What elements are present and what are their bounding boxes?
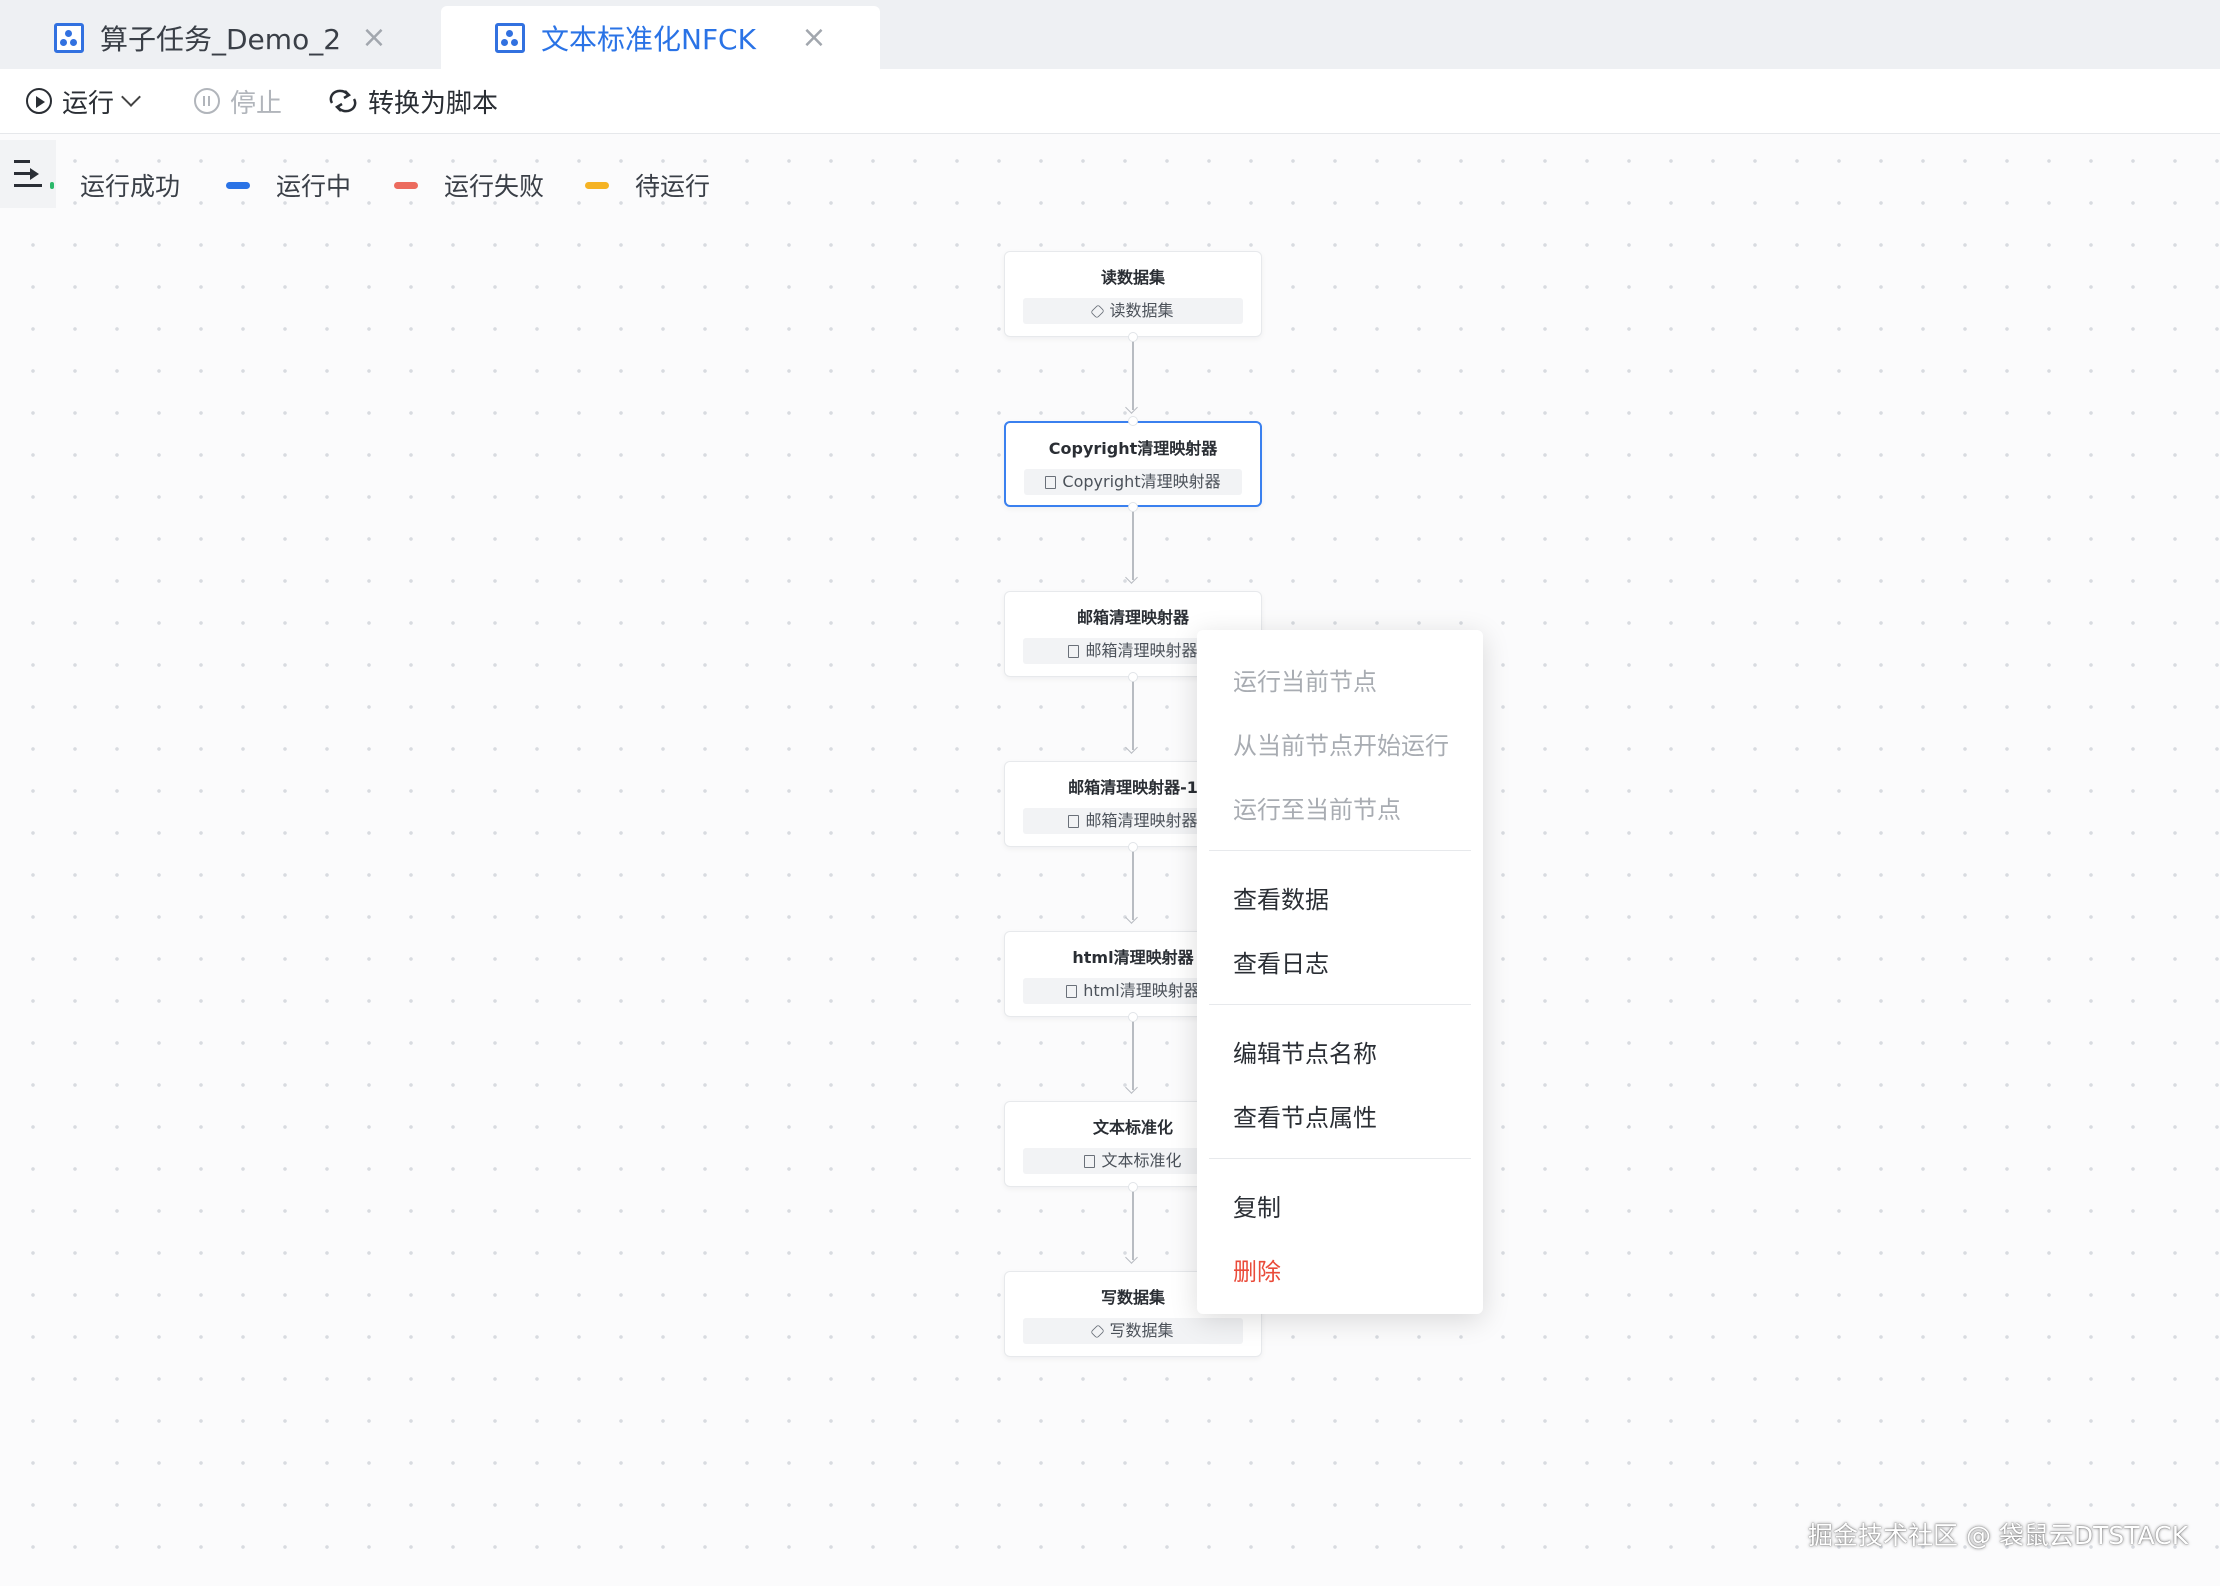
pause-icon: [194, 88, 220, 114]
tab-operator-task-demo-2[interactable]: 算子任务_Demo_2 ×: [0, 6, 440, 69]
output-port[interactable]: [1128, 1012, 1138, 1022]
legend-item-failed: 运行失败: [394, 160, 544, 210]
menu-item-view-log[interactable]: 查看日志: [1233, 944, 1329, 979]
edge: [1132, 1018, 1134, 1090]
run-button[interactable]: 运行: [26, 69, 141, 133]
stop-button[interactable]: 停止: [194, 69, 282, 133]
output-port[interactable]: [1128, 332, 1138, 342]
node-title: Copyright清理映射器: [1048, 439, 1218, 458]
convert-label: 转换为脚本: [368, 88, 499, 119]
menu-divider: [1209, 850, 1471, 851]
node-subtitle: Copyright清理映射器: [1062, 472, 1221, 491]
file-icon: [1068, 645, 1080, 658]
close-icon[interactable]: ×: [798, 21, 830, 54]
edge: [1132, 1188, 1134, 1260]
close-icon[interactable]: ×: [358, 21, 390, 54]
legend-collapse-button[interactable]: [0, 140, 56, 208]
convert-to-script-button[interactable]: 转换为脚本: [328, 69, 498, 133]
output-port[interactable]: [1128, 672, 1138, 682]
input-port[interactable]: [1128, 416, 1138, 426]
play-icon: [26, 88, 52, 114]
menu-item-run-to-current[interactable]: 运行至当前节点: [1233, 790, 1401, 825]
file-icon: [1084, 1155, 1096, 1168]
node-context-menu: 运行当前节点 从当前节点开始运行 运行至当前节点 查看数据 查看日志 编辑节点名…: [1197, 630, 1483, 1314]
workflow-icon: [495, 22, 525, 53]
node-subtitle: 邮箱清理映射器: [1085, 641, 1198, 660]
flow-canvas[interactable]: [0, 134, 2220, 1586]
legend-swatch: [226, 181, 250, 189]
node-subtitle: 邮箱清理映射器: [1085, 811, 1198, 830]
node-subtitle: 文本标准化: [1101, 1151, 1182, 1170]
edge: [1132, 338, 1134, 410]
cube-icon: [1090, 304, 1106, 319]
menu-item-copy[interactable]: 复制: [1233, 1188, 1281, 1223]
output-port[interactable]: [1128, 502, 1138, 512]
workflow-icon: [54, 22, 84, 53]
legend-item-pending: 待运行: [585, 160, 710, 210]
toolbar: 运行 停止 转换为脚本: [0, 69, 2220, 134]
flow-node-read-dataset[interactable]: 读数据集 读数据集: [1004, 251, 1262, 337]
tab-bar: 算子任务_Demo_2 × 文本标准化NFCK ×: [0, 0, 2220, 69]
legend-label: 待运行: [635, 172, 711, 201]
file-icon: [1068, 815, 1080, 828]
node-subtitle: html清理映射器: [1083, 981, 1200, 1000]
menu-divider: [1209, 1158, 1471, 1159]
edge: [1132, 678, 1134, 750]
tab-text-normalize-nfck[interactable]: 文本标准化NFCK ×: [441, 6, 880, 69]
legend-swatch: [394, 181, 418, 189]
menu-fold-icon: [14, 160, 30, 163]
convert-icon: [329, 89, 357, 113]
node-subtitle: 读数据集: [1109, 301, 1174, 320]
menu-item-run-current[interactable]: 运行当前节点: [1233, 662, 1377, 697]
legend-swatch: [585, 181, 609, 189]
legend-item-running: 运行中: [226, 160, 351, 210]
file-icon: [1045, 476, 1057, 489]
menu-item-delete[interactable]: 删除: [1233, 1252, 1281, 1287]
legend-label: 运行失败: [444, 172, 545, 201]
legend-swatch: [50, 181, 54, 189]
menu-divider: [1209, 1004, 1471, 1005]
edge: [1132, 848, 1134, 920]
run-label: 运行: [62, 88, 115, 119]
tab-label: 文本标准化NFCK: [541, 22, 756, 56]
legend-item-success: 运行成功: [50, 160, 180, 210]
chevron-down-icon[interactable]: [121, 87, 141, 107]
menu-item-run-from-current[interactable]: 从当前节点开始运行: [1233, 726, 1449, 761]
tab-label: 算子任务_Demo_2: [100, 22, 342, 56]
node-title: 邮箱清理映射器: [1076, 608, 1189, 627]
menu-item-edit-name[interactable]: 编辑节点名称: [1233, 1034, 1377, 1069]
output-port[interactable]: [1128, 1182, 1138, 1192]
stop-label: 停止: [230, 88, 283, 119]
legend-label: 运行中: [276, 172, 352, 201]
file-icon: [1066, 985, 1078, 998]
menu-item-view-data[interactable]: 查看数据: [1233, 880, 1329, 915]
edge: [1132, 508, 1134, 580]
flow-node-copyright-cleaner[interactable]: Copyright清理映射器 Copyright清理映射器: [1004, 421, 1262, 507]
menu-item-view-properties[interactable]: 查看节点属性: [1233, 1098, 1377, 1133]
legend-label: 运行成功: [80, 172, 181, 201]
watermark: 掘金技术社区 @ 袋鼠云DTSTACK: [1808, 1521, 2189, 1550]
node-title: 读数据集: [1100, 268, 1165, 287]
cube-icon: [1090, 1324, 1106, 1339]
output-port[interactable]: [1128, 842, 1138, 852]
node-subtitle: 写数据集: [1109, 1321, 1174, 1340]
